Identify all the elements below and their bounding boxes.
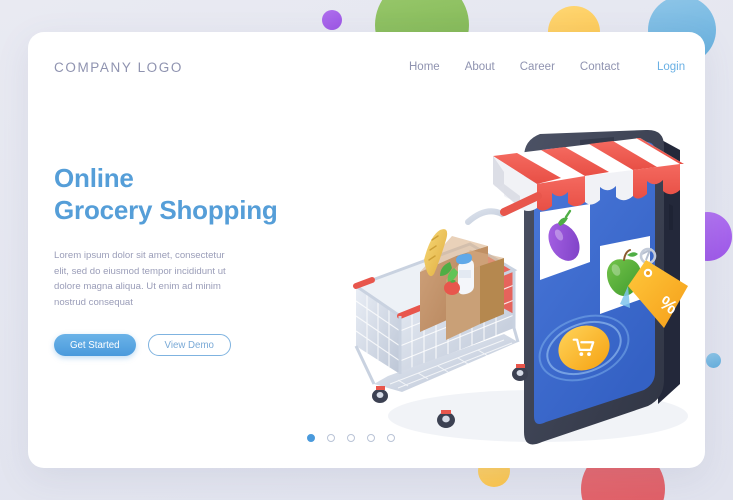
hero-text-column: Online Grocery Shopping Lorem ipsum dolo…: [54, 162, 354, 356]
view-demo-button[interactable]: View Demo: [147, 334, 231, 356]
nav-link-career[interactable]: Career: [520, 61, 555, 73]
hero-description: Lorem ipsum dolor sit amet, consectetur …: [54, 248, 270, 310]
description-line-2: elit, sed do eiusmod tempor incididunt u…: [54, 265, 226, 277]
site-header: COMPANY LOGO Home About Career Contact L…: [28, 50, 705, 84]
hero-card: COMPANY LOGO Home About Career Contact L…: [28, 32, 705, 468]
nav-link-home[interactable]: Home: [409, 61, 440, 73]
cta-button-row: Get Started View Demo: [54, 334, 354, 356]
description-line-3: dolore magna aliqua. Ut enim ad minim: [54, 281, 221, 292]
nav-link-about[interactable]: About: [465, 61, 495, 73]
nav-link-contact[interactable]: Contact: [580, 61, 620, 73]
grocery-shopping-illustration: %: [328, 84, 705, 454]
description-line-4: nostrud consequat: [54, 296, 133, 308]
decoration-circle-blue-small: [706, 353, 721, 368]
decoration-circle-purple-small: [322, 10, 342, 30]
login-link[interactable]: Login: [657, 61, 685, 73]
get-started-button[interactable]: Get Started: [54, 334, 136, 356]
main-navigation: Home About Career Contact: [409, 61, 620, 73]
headline-line-2: Grocery Shopping: [54, 195, 278, 225]
carousel-dot-1[interactable]: [307, 434, 315, 442]
description-line-1: Lorem ipsum dolor sit amet, consectetur: [54, 250, 225, 261]
company-logo: COMPANY LOGO: [54, 59, 183, 75]
page-title: Online Grocery Shopping: [54, 162, 354, 226]
headline-line-1: Online: [54, 163, 134, 193]
tomato-item: [444, 281, 460, 295]
